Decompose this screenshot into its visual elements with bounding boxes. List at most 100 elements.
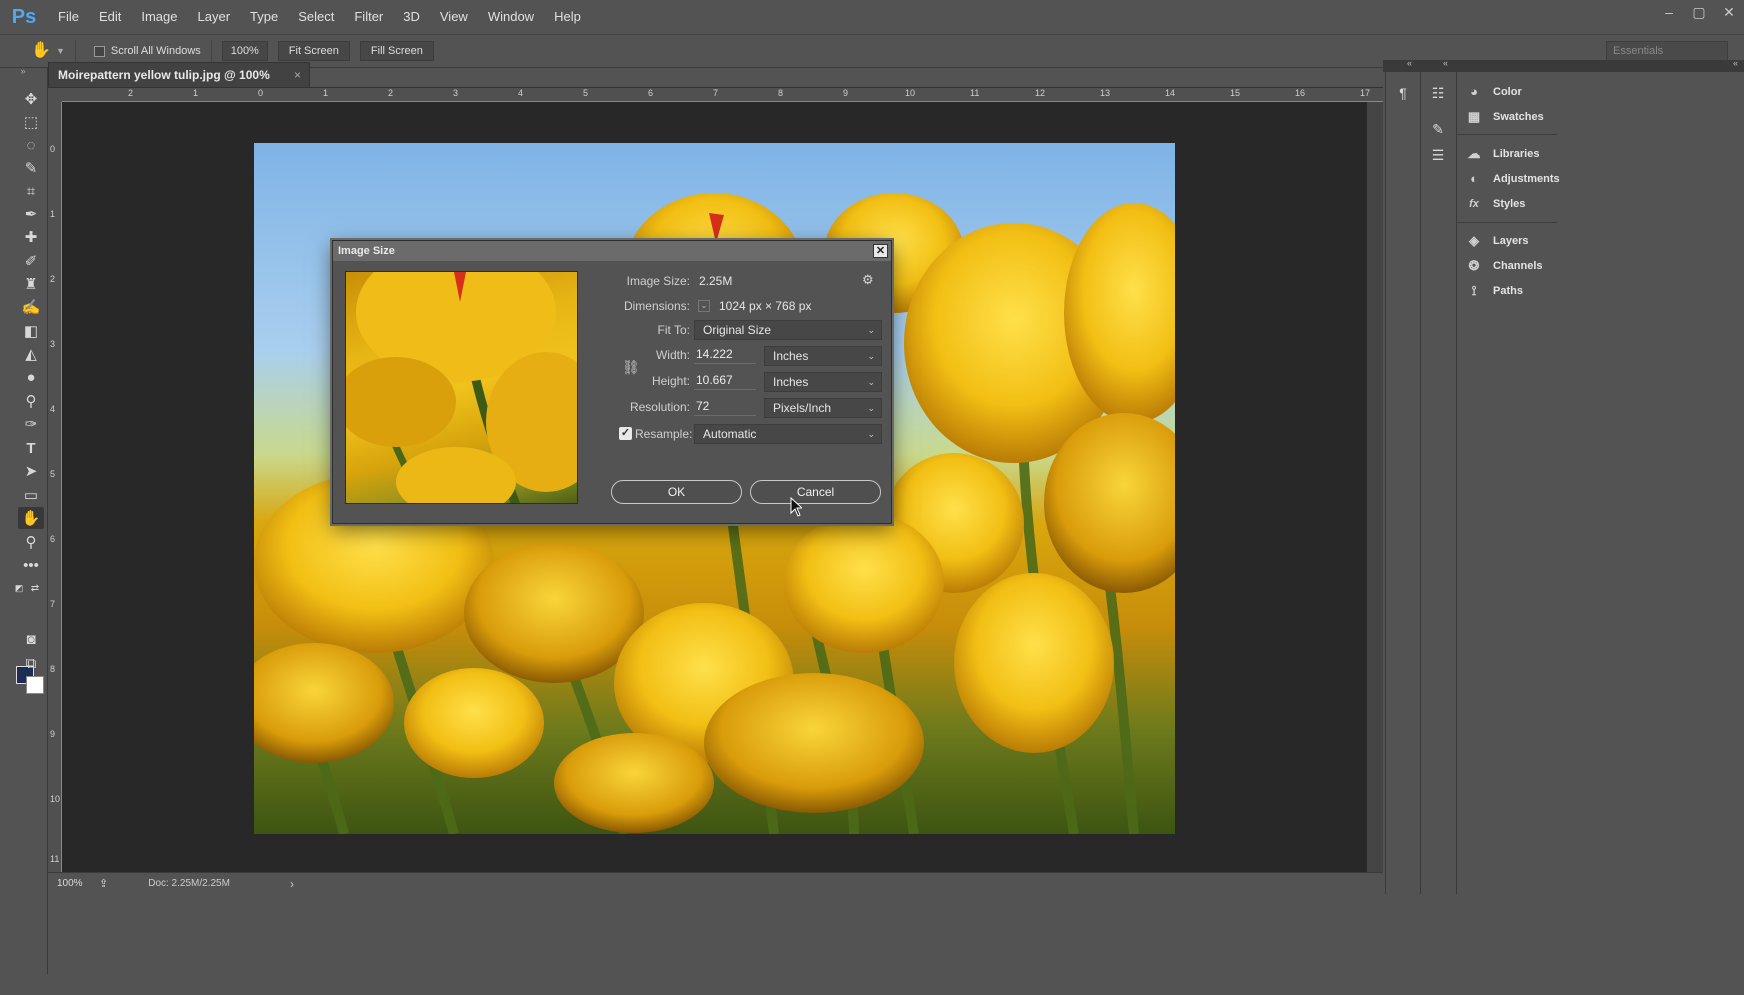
panel-libraries[interactable]: ☁ Libraries xyxy=(1465,142,1540,166)
collapse-icon[interactable]: « xyxy=(1407,58,1412,68)
panel-color[interactable]: ◕ Color xyxy=(1465,80,1522,104)
menu-file[interactable]: File xyxy=(48,0,89,34)
hand-tool-preset-icon[interactable]: ✋ xyxy=(30,40,52,62)
history-brush-tool-icon[interactable]: ✍ xyxy=(18,296,44,318)
resample-select[interactable]: Automatic ⌄ xyxy=(694,424,882,444)
close-tab-icon[interactable]: × xyxy=(294,63,301,87)
menu-window[interactable]: Window xyxy=(478,0,544,34)
collapse-icon[interactable]: « xyxy=(1733,58,1738,68)
chevron-down-icon: ⌄ xyxy=(867,429,875,439)
share-icon[interactable]: ⇪ xyxy=(99,877,108,890)
fit-to-select[interactable]: Original Size ⌄ xyxy=(694,320,882,340)
status-menu-arrow[interactable]: › xyxy=(290,877,294,891)
panel-adjustments[interactable]: ◐ Adjustments xyxy=(1465,167,1560,191)
panel-swatches[interactable]: ▦ Swatches xyxy=(1465,105,1544,129)
background-color-swatch[interactable] xyxy=(26,676,44,694)
eyedropper-tool-icon[interactable]: ✒ xyxy=(18,203,44,225)
dimensions-value: 1024 px × 768 px xyxy=(719,299,812,313)
width-unit-select[interactable]: Inches ⌄ xyxy=(764,346,882,366)
height-input[interactable]: 10.667 xyxy=(694,372,756,390)
collapse-icon[interactable]: « xyxy=(1443,58,1448,68)
dock-column-2: ☷ ✎ ☰ xyxy=(1420,72,1455,894)
crop-tool-icon[interactable]: ⌗ xyxy=(18,180,44,202)
menu-select[interactable]: Select xyxy=(288,0,344,34)
eraser-tool-icon[interactable]: ◧ xyxy=(18,320,44,342)
more-tools-icon[interactable]: ••• xyxy=(18,554,44,576)
resample-checkbox[interactable]: ✓ xyxy=(619,427,632,440)
status-zoom[interactable]: 100% xyxy=(57,878,85,889)
tool-presets-icon[interactable]: ☰ xyxy=(1426,144,1450,166)
panel-paths[interactable]: ⟟ Paths xyxy=(1465,279,1523,303)
menu-filter[interactable]: Filter xyxy=(344,0,393,34)
resolution-label: Resolution: xyxy=(629,400,690,414)
panel-styles[interactable]: fx Styles xyxy=(1465,192,1525,216)
ruler-corner[interactable] xyxy=(48,88,62,102)
ruler-label: 11 xyxy=(50,854,60,864)
panels-dock: ◕ Color ▦ Swatches ☁ Libraries ◐ Adjustm… xyxy=(1456,72,1744,894)
ruler-label: 9 xyxy=(50,729,56,739)
move-tool-icon[interactable]: ✥ xyxy=(18,88,44,110)
close-window-button[interactable]: ✕ xyxy=(1714,0,1744,26)
gear-icon[interactable]: ⚙ xyxy=(862,272,874,288)
hand-tool-icon[interactable]: ✋ xyxy=(18,507,44,529)
image-preview[interactable] xyxy=(345,271,578,504)
menu-image[interactable]: Image xyxy=(131,0,187,34)
paragraph-icon[interactable]: ¶ xyxy=(1391,82,1415,104)
panel-channels[interactable]: ❂ Channels xyxy=(1465,254,1543,278)
quick-select-tool-icon[interactable]: ✎ xyxy=(18,157,44,179)
resolution-unit-value: Pixels/Inch xyxy=(773,401,832,415)
height-unit-select[interactable]: Inches ⌄ xyxy=(764,372,882,392)
menu-type[interactable]: Type xyxy=(240,0,288,34)
healing-brush-tool-icon[interactable]: ✚ xyxy=(18,226,44,248)
brush-tool-icon[interactable]: ✐ xyxy=(18,250,44,272)
clone-stamp-tool-icon[interactable]: ♜ xyxy=(18,273,44,295)
lasso-tool-icon[interactable]: ◌ xyxy=(18,134,44,156)
horizontal-ruler[interactable]: 2 1 0 1 2 3 4 5 6 7 8 9 10 11 12 13 14 1… xyxy=(62,88,1383,102)
fill-screen-button[interactable]: Fill Screen xyxy=(359,41,434,61)
menu-3d[interactable]: 3D xyxy=(393,0,430,34)
resolution-input[interactable]: 72 xyxy=(694,398,756,416)
properties-icon[interactable]: ☷ xyxy=(1426,82,1450,104)
cancel-button[interactable]: Cancel xyxy=(750,480,881,504)
checkbox-box[interactable] xyxy=(93,45,105,57)
document-tab[interactable]: Moirepattern yellow tulip.jpg @ 100% (RG… xyxy=(48,62,310,106)
ruler-label: 2 xyxy=(50,274,56,284)
dimensions-unit-dropdown[interactable]: ⌄ xyxy=(698,300,710,312)
menu-view[interactable]: View xyxy=(430,0,478,34)
resolution-unit-select[interactable]: Pixels/Inch ⌄ xyxy=(764,398,882,418)
menu-layer[interactable]: Layer xyxy=(188,0,241,34)
path-selection-tool-icon[interactable]: ➤ xyxy=(18,460,44,482)
pen-tool-icon[interactable]: ✑ xyxy=(18,413,44,435)
screen-mode-icon[interactable]: ⧉ xyxy=(18,652,44,674)
marquee-tool-icon[interactable]: ⬚ xyxy=(18,111,44,133)
ok-button[interactable]: OK xyxy=(611,480,742,504)
swap-colors-icon[interactable]: ⇄ xyxy=(28,577,42,599)
width-input[interactable]: 14.222 xyxy=(694,346,756,364)
menu-help[interactable]: Help xyxy=(544,0,591,34)
type-tool-icon[interactable]: T xyxy=(18,437,44,459)
chevron-down-icon[interactable]: ▼ xyxy=(56,46,65,56)
blur-tool-icon[interactable]: ● xyxy=(18,366,44,388)
quick-mask-icon[interactable]: ◙ xyxy=(18,628,44,650)
minimize-button[interactable]: – xyxy=(1654,0,1684,26)
zoom-100-button[interactable]: 100% xyxy=(221,41,268,61)
vertical-scrollbar[interactable] xyxy=(1367,102,1383,872)
menu-edit[interactable]: Edit xyxy=(89,0,131,34)
ruler-label: 7 xyxy=(50,599,56,609)
fit-screen-button[interactable]: Fit Screen xyxy=(277,41,350,61)
panel-layers[interactable]: ◈ Layers xyxy=(1465,229,1528,253)
zoom-tool-icon[interactable]: ⚲ xyxy=(18,531,44,553)
scroll-all-windows-checkbox[interactable]: Scroll All Windows xyxy=(93,45,201,57)
panel-label: Channels xyxy=(1493,260,1543,272)
vertical-ruler[interactable]: 0 1 2 3 4 5 6 7 8 9 10 11 xyxy=(48,102,62,872)
dodge-tool-icon[interactable]: ⚲ xyxy=(18,390,44,412)
channels-icon: ❂ xyxy=(1468,258,1480,273)
dialog-close-button[interactable]: ✕ xyxy=(873,244,888,258)
brush-presets-icon[interactable]: ✎ xyxy=(1426,118,1450,140)
paint-bucket-tool-icon[interactable]: ◭ xyxy=(18,343,44,365)
expand-toolbar-icon[interactable]: » xyxy=(10,60,36,82)
maximize-button[interactable]: ▢ xyxy=(1684,0,1714,26)
rectangle-tool-icon[interactable]: ▭ xyxy=(18,484,44,506)
default-colors-icon[interactable]: ◩ xyxy=(12,577,26,599)
workspace-select[interactable]: Essentials xyxy=(1606,41,1728,61)
